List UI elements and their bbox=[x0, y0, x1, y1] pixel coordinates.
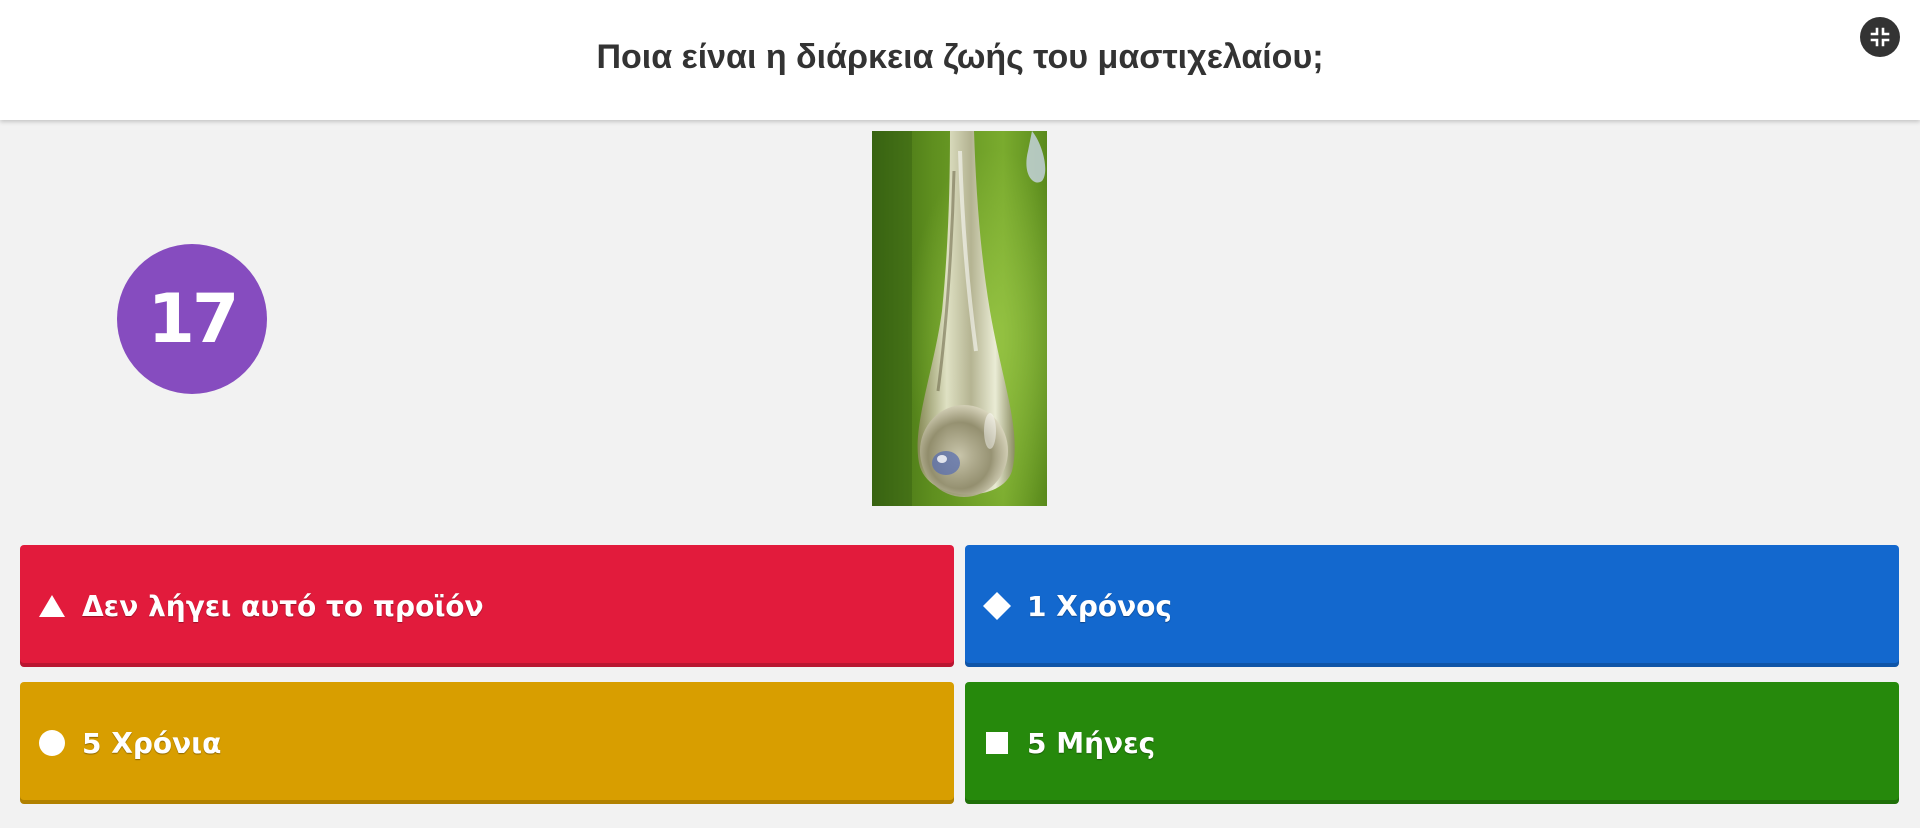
answer-label: Δεν λήγει αυτό το προϊόν bbox=[82, 589, 484, 623]
question-title: Ποια είναι η διάρκεια ζωής του μαστιχελα… bbox=[596, 37, 1324, 76]
fullscreen-exit-icon bbox=[1870, 27, 1890, 47]
question-image bbox=[872, 131, 1047, 506]
question-header: Ποια είναι η διάρκεια ζωής του μαστιχελα… bbox=[0, 0, 1920, 120]
answer-option-4[interactable]: 5 Μήνες bbox=[965, 682, 1899, 804]
answer-label: 5 Μήνες bbox=[1027, 726, 1156, 760]
answer-label: 5 Χρόνια bbox=[82, 726, 222, 760]
water-drop-photo bbox=[872, 131, 1047, 506]
circle-icon bbox=[36, 727, 68, 759]
countdown-timer: 17 bbox=[117, 244, 267, 394]
answer-option-3[interactable]: 5 Χρόνια bbox=[20, 682, 954, 804]
answer-label: 1 Χρόνος bbox=[1027, 589, 1173, 623]
triangle-icon bbox=[36, 590, 68, 622]
timer-value: 17 bbox=[147, 279, 240, 359]
diamond-icon bbox=[981, 590, 1013, 622]
answer-option-2[interactable]: 1 Χρόνος bbox=[965, 545, 1899, 667]
answer-option-1[interactable]: Δεν λήγει αυτό το προϊόν bbox=[20, 545, 954, 667]
fullscreen-button[interactable] bbox=[1860, 17, 1900, 57]
square-icon bbox=[981, 727, 1013, 759]
